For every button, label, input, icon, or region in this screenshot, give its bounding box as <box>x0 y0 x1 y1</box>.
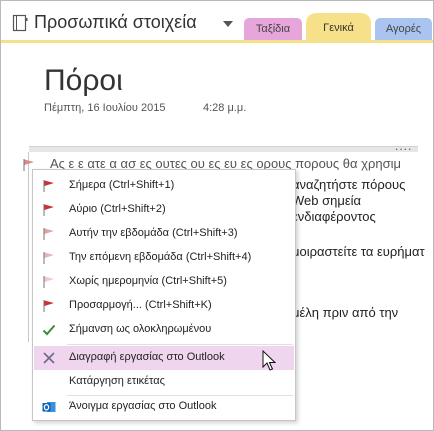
note-text-line: Web σημεία <box>292 193 362 208</box>
menu-item-tomorrow[interactable]: Αύριο (Ctrl+Shift+2) <box>34 198 294 222</box>
menu-item-label: Αυτήν την εβδομάδα (Ctrl+Shift+3) <box>69 227 238 239</box>
menu-item-no-date[interactable]: Χωρίς ημερομηνία (Ctrl+Shift+5) <box>34 270 294 294</box>
tab-general[interactable]: Γενικά <box>306 13 371 40</box>
menu-item-label: Σήμερα (Ctrl+Shift+1) <box>69 179 175 191</box>
outlook-icon <box>42 402 56 412</box>
note-text-line: αναζητήστε πόρους <box>292 177 406 192</box>
menu-separator <box>67 344 293 345</box>
chevron-down-icon[interactable] <box>223 21 233 27</box>
menu-item-mark-complete[interactable]: Σήμανση ως ολοκληρωμένου <box>34 318 294 342</box>
note-text-line: μέλη πριν από την <box>292 305 399 320</box>
menu-item-label: Άνοιγμα εργασίας στο Outlook <box>69 400 217 412</box>
menu-item-label: Αύριο (Ctrl+Shift+2) <box>69 203 166 215</box>
container-left-border <box>28 152 29 342</box>
task-context-menu: Σήμερα (Ctrl+Shift+1) Αύριο (Ctrl+Shift+… <box>32 169 296 421</box>
red-flag-icon <box>43 300 54 312</box>
notebook-icon <box>12 14 28 32</box>
menu-item-label: Κατάργηση ετικέτας <box>69 375 165 387</box>
note-text-line: μοιραστείτε τα ευρήματ <box>292 244 425 259</box>
menu-item-label: Προσαρμογή... (Ctrl+Shift+K) <box>69 299 212 311</box>
tab-underline <box>1 40 433 43</box>
page-time: 4:28 μ.μ. <box>203 102 247 114</box>
checkmark-icon <box>42 324 56 336</box>
delete-x-icon <box>43 352 55 364</box>
red-flag-icon <box>43 204 54 216</box>
menu-item-next-week[interactable]: Την επόμενη εβδομάδα (Ctrl+Shift+4) <box>34 246 294 270</box>
menu-item-label: Χωρίς ημερομηνία (Ctrl+Shift+5) <box>69 275 227 287</box>
pink-flag-icon <box>43 252 54 264</box>
note-container-bar[interactable] <box>29 146 418 152</box>
menu-item-today[interactable]: Σήμερα (Ctrl+Shift+1) <box>34 174 294 198</box>
page-date: Πέμπτη, 16 Ιουλίου 2015 <box>44 102 166 114</box>
menu-item-delete-outlook-task[interactable]: Διαγραφή εργασίας στο Outlook <box>34 346 294 370</box>
menu-item-label: Σήμανση ως ολοκληρωμένου <box>69 323 212 335</box>
pink-flag-icon <box>43 228 54 240</box>
notebook-title[interactable]: Προσωπικά στοιχεία <box>34 12 197 33</box>
mouse-cursor-icon <box>262 350 276 371</box>
menu-item-open-outlook-task[interactable]: Άνοιγμα εργασίας στο Outlook <box>34 395 294 419</box>
tab-travel[interactable]: Ταξίδια <box>244 18 302 40</box>
menu-item-label: Διαγραφή εργασίας στο Outlook <box>69 351 225 363</box>
tab-shopping[interactable]: Αγορές <box>375 18 432 40</box>
red-flag-icon <box>43 180 54 192</box>
menu-item-label: Την επόμενη εβδομάδα (Ctrl+Shift+4) <box>69 251 252 263</box>
more-options-icon[interactable]: .... <box>395 139 412 153</box>
pink-flag-icon <box>43 276 54 288</box>
page-title[interactable]: Πόροι <box>44 64 123 98</box>
note-text-line: ενδιαφέροντος <box>292 209 376 224</box>
menu-item-custom[interactable]: Προσαρμογή... (Ctrl+Shift+K) <box>34 294 294 318</box>
menu-item-this-week[interactable]: Αυτήν την εβδομάδα (Ctrl+Shift+3) <box>34 222 294 246</box>
menu-item-remove-tag[interactable]: Κατάργηση ετικέτας <box>34 370 294 394</box>
